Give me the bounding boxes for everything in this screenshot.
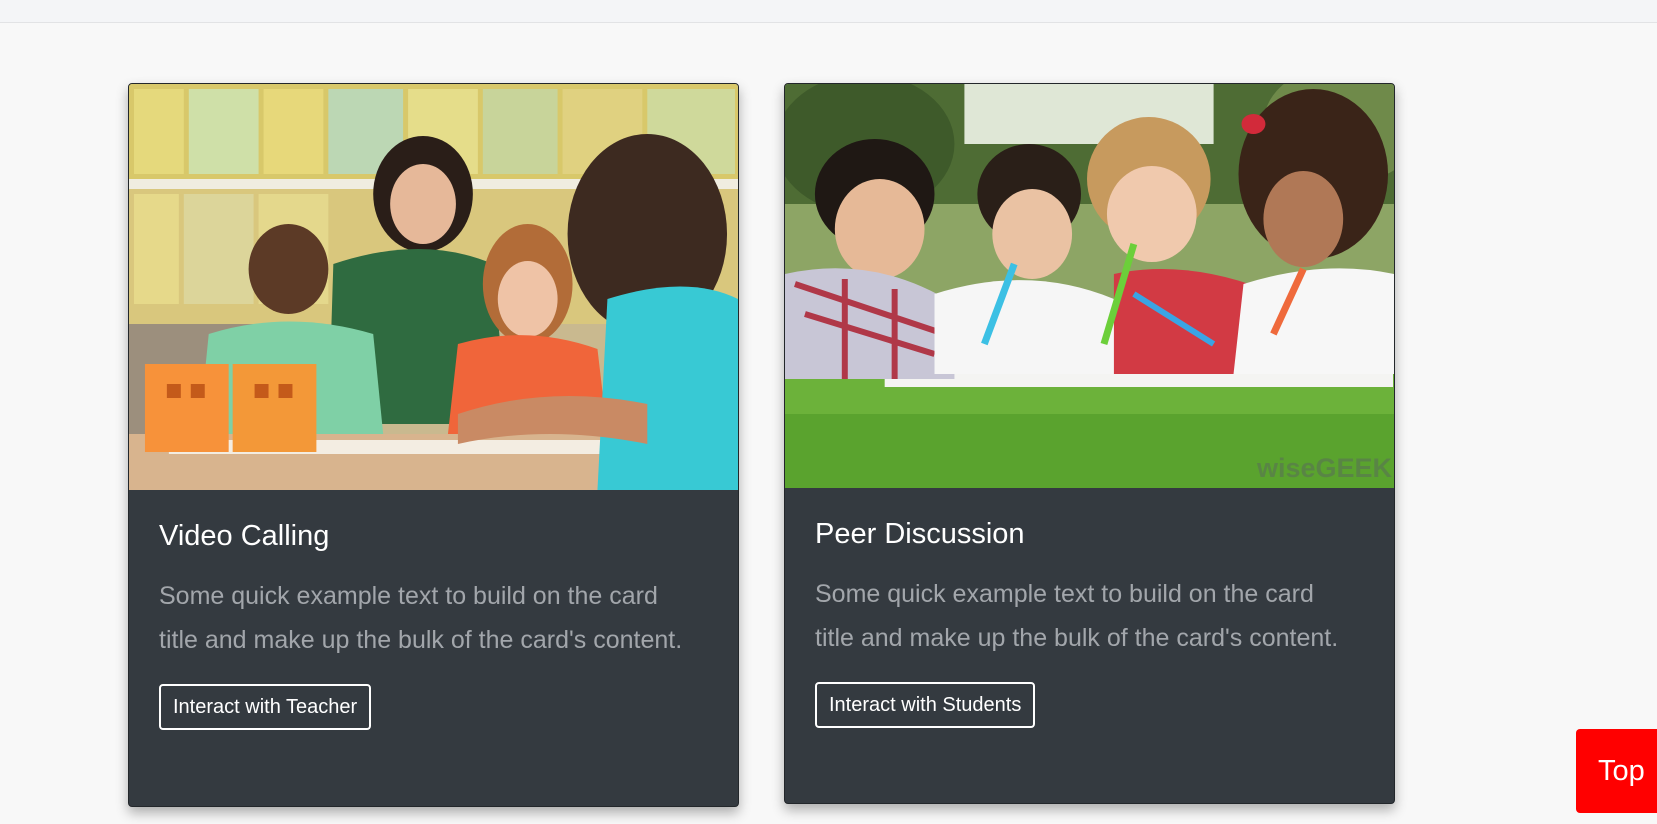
peer-discussion-card: wiseGEEK Peer Discussion Some quick exam…: [784, 83, 1395, 804]
classroom-photo: [129, 84, 738, 490]
card-title: Peer Discussion: [815, 518, 1025, 550]
outdoor-kids-photo: wiseGEEK: [785, 84, 1394, 488]
video-calling-card: Video Calling Some quick example text to…: [128, 83, 739, 807]
card-title: Video Calling: [159, 520, 330, 552]
card-description: Some quick example text to build on the …: [159, 582, 683, 654]
top-navbar-edge: [0, 0, 1657, 23]
image-watermark: wiseGEEK: [1256, 453, 1392, 483]
scroll-to-top-button[interactable]: Top: [1576, 729, 1657, 813]
interact-with-students-button[interactable]: Interact with Students: [815, 682, 1036, 728]
card-description: Some quick example text to build on the …: [815, 580, 1339, 652]
interact-with-teacher-button[interactable]: Interact with Teacher: [159, 684, 372, 730]
